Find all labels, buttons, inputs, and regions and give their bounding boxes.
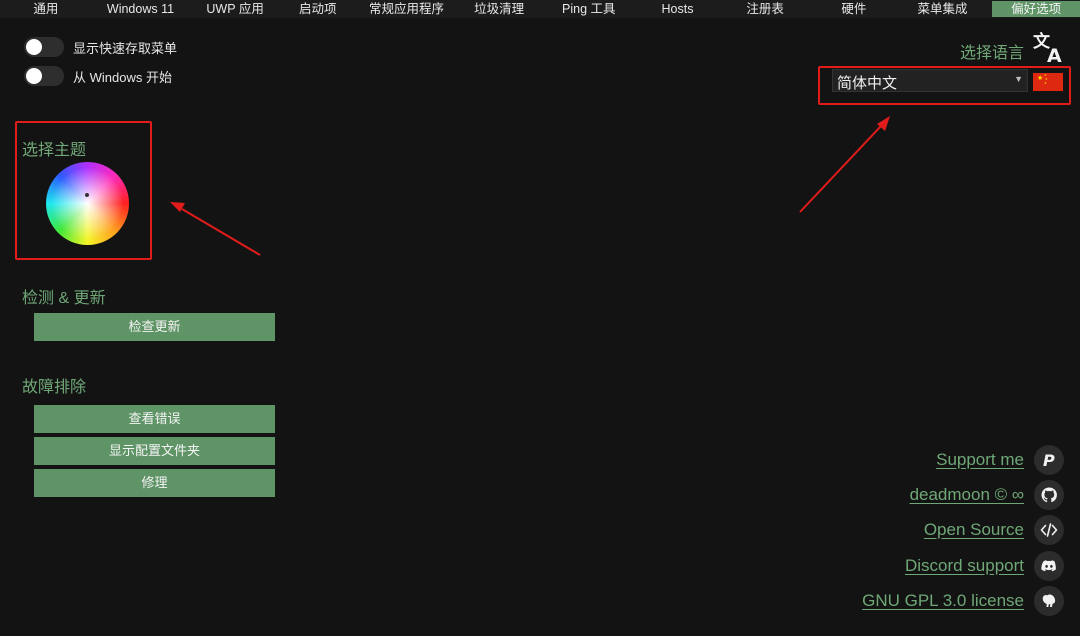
check-update-button[interactable]: 检查更新 (34, 313, 275, 341)
tab-menu-integration[interactable]: 菜单集成 (895, 0, 991, 18)
svg-text:A: A (1047, 45, 1062, 64)
quick-access-toggle-row: 显示快速存取菜单 (24, 37, 177, 57)
tab-startup[interactable]: 启动项 (281, 0, 355, 18)
paypal-icon[interactable]: P (1034, 445, 1064, 475)
tab-uwp-apps[interactable]: UWP 应用 (189, 0, 281, 18)
china-flag-icon: ★ ★ ★ ★ (1033, 73, 1063, 91)
code-icon[interactable] (1034, 515, 1064, 545)
view-errors-button[interactable]: 查看错误 (34, 405, 275, 433)
license-row: GNU GPL 3.0 license (862, 586, 1064, 616)
language-arrow-line (799, 125, 882, 213)
tab-hardware[interactable]: 硬件 (813, 0, 895, 18)
tab-common-apps[interactable]: 常规应用程序 (355, 0, 459, 18)
start-with-windows-toggle[interactable] (24, 66, 64, 86)
start-with-windows-label: 从 Windows 开始 (73, 69, 172, 85)
tab-bar: 通用 Windows 11 UWP 应用 启动项 常规应用程序 垃圾清理 Pin… (0, 0, 1080, 18)
tab-general[interactable]: 通用 (0, 0, 92, 18)
support-me-link[interactable]: Support me (936, 450, 1024, 470)
language-select-value: 简体中文 (837, 75, 898, 92)
tab-windows-11[interactable]: Windows 11 (92, 0, 190, 18)
color-picker-handle[interactable] (85, 193, 89, 197)
toggle-knob (26, 68, 42, 84)
translate-icon: 文 A (1033, 31, 1062, 64)
author-link[interactable]: deadmoon © ∞ (910, 485, 1024, 505)
flag-star: ★ (1044, 81, 1047, 85)
chevron-down-icon: ▼ (1014, 74, 1023, 84)
open-source-row: Open Source (924, 515, 1064, 545)
tab-hosts[interactable]: Hosts (638, 0, 718, 18)
repair-button[interactable]: 修理 (34, 469, 275, 497)
gnu-icon[interactable] (1034, 586, 1064, 616)
theme-color-wheel[interactable] (46, 162, 129, 245)
language-arrow-head (877, 116, 890, 131)
language-select[interactable]: 简体中文 ▼ (832, 69, 1028, 92)
support-me-row: Support me P (936, 445, 1064, 475)
troubleshoot-heading: 故障排除 (22, 379, 87, 396)
show-config-folder-button[interactable]: 显示配置文件夹 (34, 437, 275, 465)
discord-support-link[interactable]: Discord support (905, 556, 1024, 576)
toggle-knob (26, 39, 42, 55)
author-row: deadmoon © ∞ (910, 480, 1064, 510)
tab-ping-tool[interactable]: Ping 工具 (540, 0, 638, 18)
discord-row: Discord support (905, 551, 1064, 581)
quick-access-label: 显示快速存取菜单 (73, 40, 178, 56)
discord-icon[interactable] (1034, 551, 1064, 581)
svg-text:P: P (1043, 451, 1055, 469)
tab-registry[interactable]: 注册表 (717, 0, 813, 18)
start-with-windows-toggle-row: 从 Windows 开始 (24, 66, 172, 86)
flag-star: ★ (1037, 75, 1044, 82)
license-link[interactable]: GNU GPL 3.0 license (862, 591, 1024, 611)
update-heading: 检测 & 更新 (22, 290, 106, 307)
theme-arrow-head (170, 202, 185, 212)
github-icon[interactable] (1034, 480, 1064, 510)
theme-heading: 选择主题 (22, 142, 87, 159)
tab-preferences[interactable]: 偏好选项 (992, 1, 1080, 17)
quick-access-toggle[interactable] (24, 37, 64, 57)
theme-arrow-line (181, 208, 261, 256)
open-source-link[interactable]: Open Source (924, 520, 1024, 540)
tab-junk-cleanup[interactable]: 垃圾清理 (458, 0, 540, 18)
language-label: 选择语言 (959, 45, 1024, 62)
